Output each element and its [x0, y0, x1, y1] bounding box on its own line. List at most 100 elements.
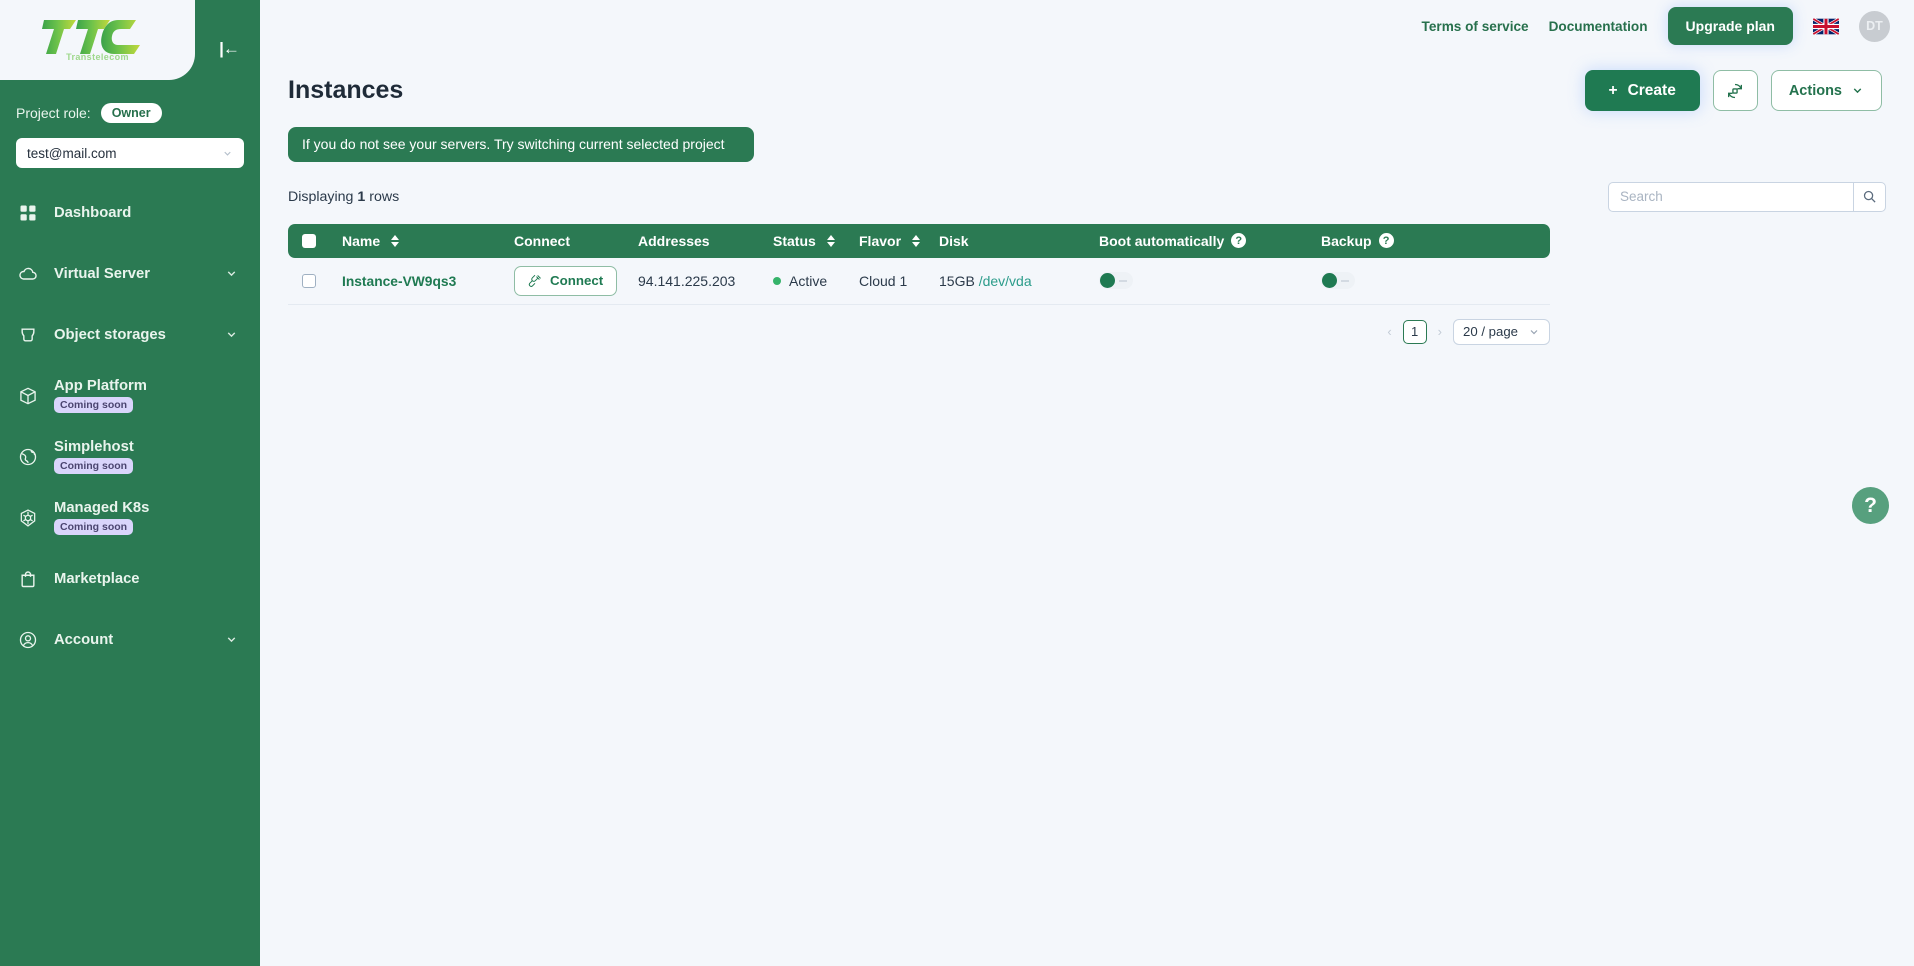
user-avatar[interactable]: DT	[1859, 10, 1890, 42]
sidebar-item-label: Dashboard	[54, 204, 132, 221]
page-header: Instances + Create Actions	[260, 52, 1914, 111]
info-banner: If you do not see your servers. Try swit…	[288, 127, 754, 162]
collapse-sidebar-button[interactable]: |←	[196, 20, 262, 78]
sidebar-item-label: Account	[54, 631, 114, 648]
instances-table-area: Name Connect Addresses Status Flavor Dis…	[260, 212, 1914, 345]
cell-backup	[1307, 258, 1550, 305]
sidebar-item-text: Virtual Server	[54, 266, 150, 282]
th-flavor-label: Flavor	[859, 232, 902, 249]
th-status[interactable]: Status	[759, 223, 845, 258]
th-status-label: Status	[773, 232, 816, 249]
chevron-down-icon[interactable]	[225, 267, 238, 280]
row-checkbox[interactable]	[302, 273, 316, 288]
connect-button[interactable]: Connect	[514, 265, 618, 296]
sidebar-item-managed-k8s[interactable]: Managed K8s Coming soon	[0, 487, 260, 548]
create-button-label: Create	[1627, 81, 1676, 99]
globe-icon	[18, 447, 38, 467]
chevron-right-icon[interactable]: ›	[1436, 324, 1444, 339]
page-header-actions: + Create Actions	[1584, 70, 1882, 111]
sidebar-item-app-platform[interactable]: App Platform Coming soon	[0, 365, 260, 426]
sort-flavor-icon[interactable]	[912, 234, 921, 247]
search-icon	[1863, 191, 1876, 203]
project-selector[interactable]: test@mail.com	[16, 138, 244, 168]
upgrade-plan-button[interactable]: Upgrade plan	[1667, 7, 1793, 45]
search-button[interactable]	[1853, 181, 1886, 212]
sidebar-item-label: Object storages	[54, 326, 166, 343]
chevron-down-icon	[224, 151, 231, 156]
chevron-down-icon[interactable]	[225, 328, 238, 341]
disk-device: /dev/vda	[978, 272, 1032, 289]
app-root: Transtelecom |← Project role: Owner test…	[0, 0, 1914, 966]
search-input[interactable]	[1608, 181, 1853, 212]
cell-name: Instance-VW9qs3	[328, 258, 500, 305]
boot-automatically-help-icon[interactable]: ?	[1231, 233, 1247, 249]
sort-status-icon[interactable]	[826, 234, 835, 247]
th-backup: Backup ?	[1307, 223, 1550, 258]
sidebar: Transtelecom |← Project role: Owner test…	[0, 0, 260, 966]
sidebar-item-simplehost[interactable]: Simplehost Coming soon	[0, 426, 260, 487]
backup-toggle[interactable]	[1321, 272, 1355, 290]
th-flavor[interactable]: Flavor	[845, 223, 925, 258]
cell-select	[288, 258, 328, 305]
page-size-selector[interactable]: 20 / page	[1453, 318, 1550, 345]
th-name[interactable]: Name	[328, 223, 500, 258]
sidebar-item-object-storages[interactable]: Object storages	[0, 304, 260, 365]
th-boot-automatically: Boot automatically ?	[1085, 223, 1307, 258]
cell-disk: 15GB /dev/vda	[925, 258, 1085, 305]
documentation-link[interactable]: Documentation	[1549, 19, 1648, 34]
th-boot-automatically-label: Boot automatically	[1099, 232, 1225, 249]
sidebar-item-text: Simplehost Coming soon	[54, 439, 134, 474]
refresh-instances-button[interactable]	[1712, 70, 1758, 111]
select-all-checkbox[interactable]	[302, 233, 316, 248]
coming-soon-badge: Coming soon	[54, 519, 134, 535]
sidebar-item-label: Marketplace	[54, 570, 140, 587]
sidebar-item-account[interactable]: Account	[0, 609, 260, 670]
coming-soon-badge: Coming soon	[54, 397, 134, 413]
project-selector-value: test@mail.com	[27, 145, 117, 161]
topbar: Terms of service Documentation Upgrade p…	[260, 0, 1914, 52]
status-badge: Active	[789, 272, 828, 289]
table-header-row: Name Connect Addresses Status Flavor Dis…	[288, 223, 1550, 258]
kubernetes-icon	[18, 508, 38, 528]
table-row: Instance-VW9qs3 Connect 94.141.225.203 A…	[288, 258, 1550, 305]
project-role-badge: Owner	[100, 103, 162, 123]
chevron-down-icon	[1853, 88, 1862, 94]
displaying-suffix: rows	[369, 188, 400, 205]
th-disk: Disk	[925, 223, 1085, 258]
backup-help-icon[interactable]: ?	[1378, 233, 1394, 249]
status-dot-icon	[773, 276, 781, 285]
help-fab-button[interactable]: ?	[1852, 487, 1889, 524]
boot-automatically-toggle[interactable]	[1099, 272, 1133, 290]
sidebar-item-label: Simplehost	[54, 439, 134, 455]
project-role: Project role: Owner	[16, 103, 162, 123]
cell-connect: Connect	[500, 258, 624, 305]
chevron-left-icon[interactable]: ‹	[1385, 324, 1393, 339]
main-content: Terms of service Documentation Upgrade p…	[260, 0, 1914, 966]
uk-flag-icon[interactable]	[1813, 17, 1839, 35]
th-addresses-label: Addresses	[638, 232, 710, 249]
sidebar-item-text: Dashboard	[54, 205, 131, 221]
chevron-down-icon	[1530, 329, 1538, 335]
sidebar-item-dashboard[interactable]: Dashboard	[0, 182, 260, 243]
displaying-prefix: Displaying	[288, 188, 354, 205]
actions-button[interactable]: Actions	[1770, 70, 1882, 111]
cell-status: Active	[759, 258, 845, 305]
brand-logo[interactable]: Transtelecom	[39, 13, 157, 67]
table-head: Name Connect Addresses Status Flavor Dis…	[288, 223, 1550, 258]
page-number-1[interactable]: 1	[1402, 319, 1427, 344]
sort-name-icon[interactable]	[391, 234, 400, 247]
create-button[interactable]: + Create	[1584, 70, 1700, 111]
th-disk-label: Disk	[939, 232, 969, 249]
refresh-instances-icon	[1728, 83, 1743, 98]
sidebar-item-virtual-server[interactable]: Virtual Server	[0, 243, 260, 304]
bucket-icon	[18, 325, 38, 345]
chevron-down-icon[interactable]	[225, 633, 238, 646]
sidebar-item-marketplace[interactable]: Marketplace	[0, 548, 260, 609]
disk-size: 15GB	[939, 272, 975, 289]
sidebar-item-text: Account	[54, 632, 113, 648]
user-circle-icon	[18, 630, 38, 650]
th-select-all	[288, 223, 328, 258]
instance-name-link[interactable]: Instance-VW9qs3	[342, 274, 456, 289]
terms-of-service-link[interactable]: Terms of service	[1422, 19, 1529, 34]
th-name-label: Name	[342, 232, 381, 249]
